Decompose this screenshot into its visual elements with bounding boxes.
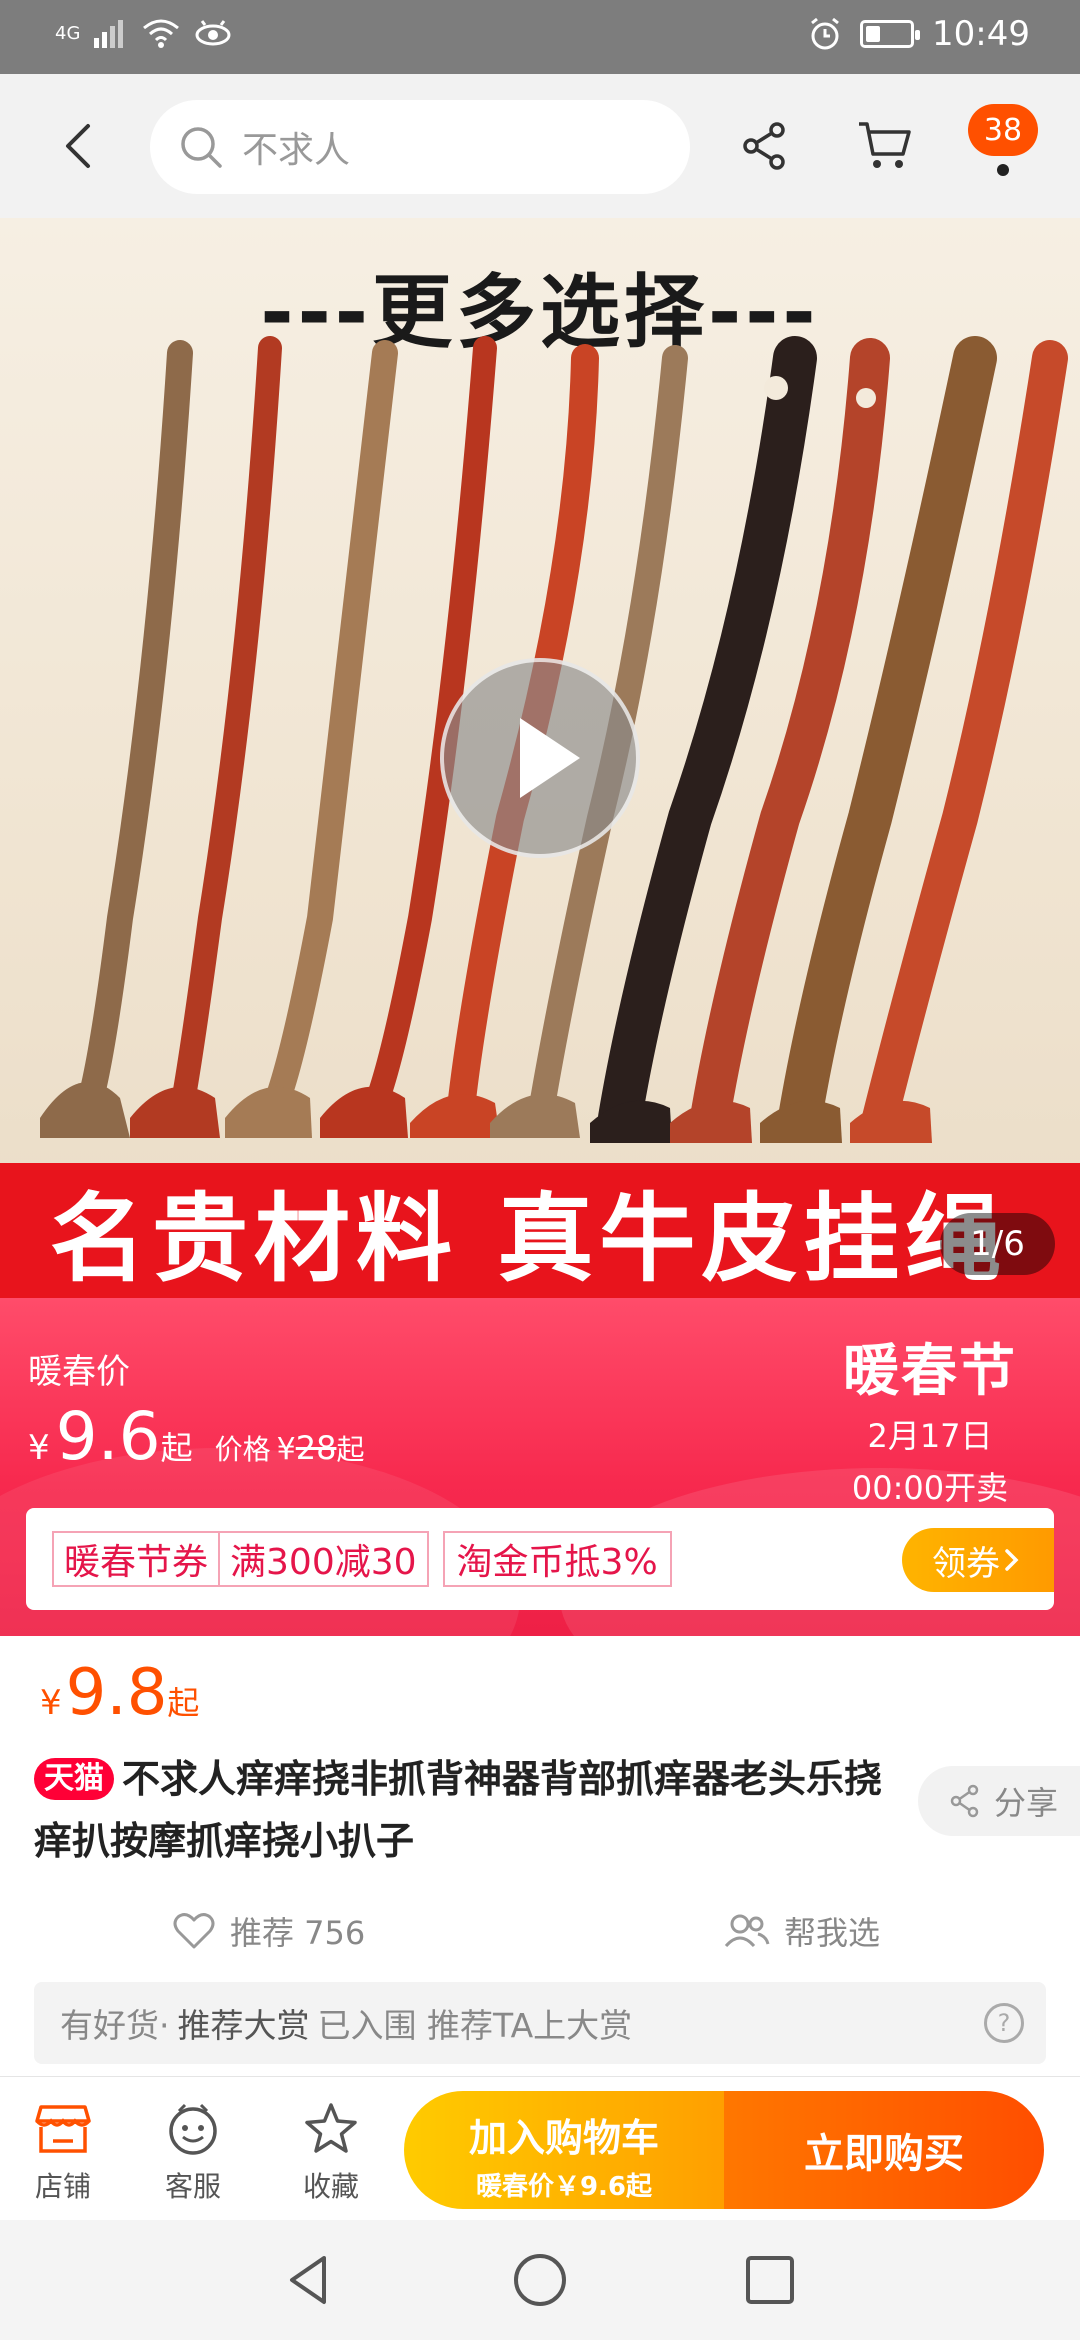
search-icon xyxy=(181,127,222,168)
cart-button[interactable] xyxy=(855,116,915,176)
product-title-text: 不求人痒痒挠非抓背神器背部抓痒器老头乐挠痒扒按摩抓痒挠小扒子 xyxy=(34,1757,883,1863)
shop-button[interactable]: 店铺 xyxy=(8,2101,118,2205)
status-bar: 4G 10:49 xyxy=(0,0,1080,74)
festival-name: 暖春节 xyxy=(843,1339,1017,1404)
original-price-value: 28 xyxy=(295,1429,337,1467)
share-button[interactable] xyxy=(735,116,795,176)
product-price: ¥ 9.8 起 xyxy=(40,1656,199,1730)
people-icon xyxy=(724,1914,770,1948)
add-to-cart-button[interactable]: 加入购物车 暖春价￥9.6起 xyxy=(404,2091,724,2209)
star-icon xyxy=(305,2103,357,2153)
good-goods-award-bar[interactable]: 有好货· 推荐大赏 已入围 推荐TA上大赏 ? xyxy=(34,1982,1046,2064)
triangle-back-icon xyxy=(290,2256,326,2304)
nav-home-button[interactable] xyxy=(508,2248,572,2312)
add-to-cart-price: 暖春价￥9.6起 xyxy=(475,2172,653,2202)
shop-label: 店铺 xyxy=(34,2170,91,2203)
play-icon xyxy=(520,718,580,798)
search-input[interactable]: 不求人 xyxy=(150,100,690,194)
original-price-suffix: 起 xyxy=(336,1433,365,1466)
taojinbi-coupon-tag[interactable]: 淘金币抵3% xyxy=(442,1531,672,1587)
customer-service-button[interactable]: 客服 xyxy=(138,2101,248,2205)
promo-price-label: 暖春价 xyxy=(28,1352,130,1392)
wifi-icon xyxy=(143,19,180,48)
message-badge[interactable]: 38 xyxy=(968,104,1038,156)
coupon-name: 暖春节券 xyxy=(64,1542,209,1583)
festival-date: 2月17日 xyxy=(867,1417,993,1455)
bottom-action-bar: 店铺 客服 收藏 加入购物车 暖春价￥9.6起 立即购买 xyxy=(0,2076,1080,2220)
favorite-button[interactable]: 收藏 xyxy=(276,2101,386,2205)
chevron-right-icon xyxy=(1005,1549,1019,1571)
get-coupon-button[interactable]: 领券 xyxy=(902,1528,1054,1592)
promo-price-suffix: 起 xyxy=(160,1429,193,1467)
product-currency: ¥ xyxy=(40,1683,62,1723)
more-menu-dot[interactable] xyxy=(997,164,1009,176)
product-price-suffix: 起 xyxy=(167,1684,200,1722)
tmall-badge: 天猫 xyxy=(34,1758,114,1800)
get-coupon-label: 领券 xyxy=(932,1543,1000,1584)
coupon-card[interactable]: 暖春节券 满300减30 淘金币抵3% 领券 xyxy=(26,1508,1054,1610)
help-me-choose-label: 帮我选 xyxy=(784,1914,881,1952)
play-video-button[interactable] xyxy=(440,658,640,858)
coupon-value: 满300减30 xyxy=(218,1533,427,1585)
network-indicator: 4G xyxy=(55,22,81,44)
status-time: 10:49 xyxy=(932,14,1030,54)
award-name: 推荐大赏 xyxy=(177,2006,310,2045)
buy-now-button[interactable]: 立即购买 xyxy=(724,2091,1044,2209)
promo-currency: ¥ xyxy=(28,1428,50,1468)
nav-recents-button[interactable] xyxy=(738,2248,802,2312)
share-icon xyxy=(950,1784,979,1818)
share-pill-button[interactable]: 分享 xyxy=(918,1766,1080,1836)
square-recents-icon xyxy=(746,2256,794,2304)
customer-service-label: 客服 xyxy=(164,2170,221,2203)
recommend-count: 推荐 756 xyxy=(230,1914,366,1952)
original-price-label: 价格 xyxy=(214,1433,271,1466)
recommend-button[interactable]: 推荐 756 xyxy=(172,1908,365,1954)
eye-comfort-icon xyxy=(195,20,231,46)
promo-price: ¥ 9.6 起 价格 ¥ 28 起 xyxy=(28,1398,364,1475)
search-placeholder: 不求人 xyxy=(242,130,351,171)
recommend-row: 推荐 756 帮我选 xyxy=(0,1898,1080,1968)
help-me-choose-button[interactable]: 帮我选 xyxy=(722,1908,880,1954)
cart-icon xyxy=(859,122,911,168)
award-prefix: 有好货· xyxy=(60,2006,170,2045)
store-icon xyxy=(35,2105,91,2153)
heart-icon xyxy=(173,1913,215,1949)
nav-back-button[interactable] xyxy=(278,2248,342,2312)
product-image-carousel[interactable]: ---更多选择--- 名贵材料 真牛皮挂绳 1/6 xyxy=(0,218,1080,1298)
system-navigation-bar xyxy=(0,2220,1080,2340)
share-icon xyxy=(743,122,785,170)
hero-banner-text: 名贵材料 真牛皮挂绳 xyxy=(0,1163,1080,1298)
top-nav-bar: 不求人 38 xyxy=(0,74,1080,218)
festival-time: 00:00开卖 xyxy=(851,1469,1009,1507)
battery-icon xyxy=(860,20,921,48)
share-label: 分享 xyxy=(994,1784,1059,1822)
add-to-cart-label: 加入购物车 xyxy=(468,2116,659,2160)
question-icon[interactable]: ? xyxy=(984,2003,1024,2043)
favorite-label: 收藏 xyxy=(302,2170,359,2203)
product-price-value: 9.8 xyxy=(65,1656,168,1730)
signal-icon xyxy=(94,20,124,48)
festival-coupon-tag[interactable]: 暖春节券 满300减30 xyxy=(52,1531,429,1587)
award-suffix: 已入围 推荐TA上大赏 xyxy=(317,2006,633,2045)
product-title: 天猫 不求人痒痒挠非抓背神器背部抓痒器老头乐挠痒扒按摩抓痒挠小扒子 xyxy=(34,1748,894,1872)
back-button[interactable] xyxy=(52,114,112,178)
carousel-page-indicator: 1/6 xyxy=(940,1213,1055,1275)
original-currency: ¥ xyxy=(276,1432,296,1467)
festival-info: 暖春节 2月17日 00:00开卖 xyxy=(820,1326,1040,1509)
circle-home-icon xyxy=(514,2254,566,2306)
smiley-service-icon xyxy=(169,2103,217,2155)
chevron-left-icon xyxy=(66,124,90,168)
alarm-icon xyxy=(811,17,839,50)
product-info-section: ¥ 9.8 起 天猫 不求人痒痒挠非抓背神器背部抓痒器老头乐挠痒扒按摩抓痒挠小扒子… xyxy=(0,1636,1080,2076)
promo-price-value: 9.6 xyxy=(55,1398,161,1475)
